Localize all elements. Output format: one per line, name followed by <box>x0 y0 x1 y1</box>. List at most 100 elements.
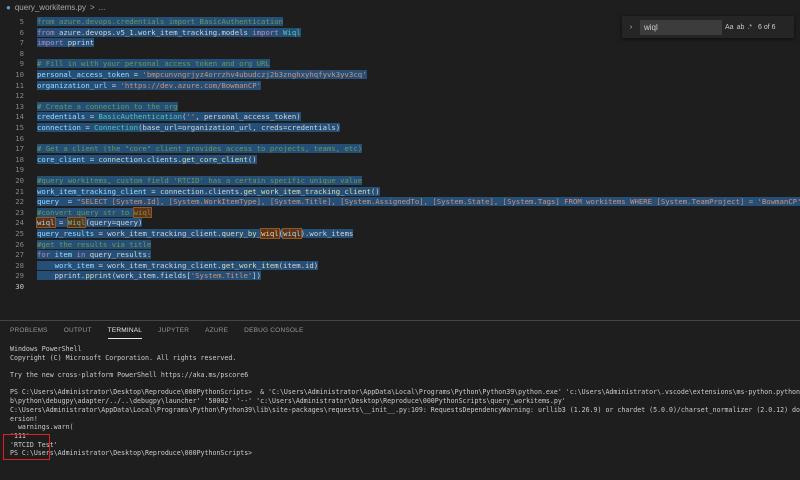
line-number: 12 <box>15 91 24 101</box>
code-token: azure.devops.v5_1.work_item_tracking.mod… <box>58 27 253 37</box>
tab-jupyter[interactable]: JUPYTER <box>158 321 189 341</box>
tab-azure[interactable]: AZURE <box>205 321 228 341</box>
code-token: import <box>252 27 284 37</box>
breadcrumb-more[interactable]: ... <box>99 3 106 12</box>
code-token: = work_item_tracking_client. <box>94 229 222 238</box>
toggle-replace-chevron-icon[interactable]: › <box>626 24 636 31</box>
find-widget: › Aa ab .* 6 of 6 <box>622 16 794 38</box>
code-line[interactable]: query = "SELECT [System.Id], [System.Wor… <box>37 197 800 208</box>
code-token: #get the results via title <box>37 239 152 249</box>
code-line[interactable]: organization_url = 'https://dev.azure.co… <box>37 80 262 92</box>
code-token: = <box>129 70 143 79</box>
code-token: = work_item_tracking_client. <box>94 260 222 270</box>
code-line[interactable]: personal_access_token = 'bmpcunvngrjyz4o… <box>37 70 367 81</box>
code-line[interactable]: credentials = BasicAuthentication('', pe… <box>37 112 301 123</box>
terminal-line: warnings.warn( <box>10 423 74 432</box>
code-line[interactable]: #convert query str to wiql <box>37 206 153 219</box>
line-number: 30 <box>15 282 24 291</box>
code-token: work_item <box>54 260 95 270</box>
terminal-line: Try the new cross-platform PowerShell ht… <box>10 371 249 380</box>
terminal-line: C:\Users\Administrator\AppData\Local\Pro… <box>10 405 800 414</box>
code-token: pprint. <box>37 271 86 281</box>
code-token: = <box>107 80 121 90</box>
code-line[interactable]: from azure.devops.credentials import Bas… <box>37 17 284 28</box>
line-number-gutter: 5 6 7 8 9 10 11 12 13 14 15 16 17 18 19 20 21 22 23 24 25 26 2… <box>0 14 30 314</box>
breadcrumb-file[interactable]: query_workitems.py <box>15 3 86 12</box>
code-token: = <box>80 123 95 132</box>
code-token: = <box>85 112 99 122</box>
code-line[interactable]: #query workitems, custom field 'RTCID' h… <box>37 176 363 187</box>
code-line[interactable]: from azure.devops.v5_1.work_item_trackin… <box>37 27 301 39</box>
code-token: (base_url=organization_url, creds=creden… <box>138 123 341 132</box>
code-line[interactable]: # Fill in with your personal access toke… <box>37 59 270 70</box>
code-line[interactable]: core_client = connection.clients.get_cor… <box>37 154 257 166</box>
tab-terminal[interactable]: TERMINAL <box>107 321 143 341</box>
line-number: 5 <box>19 17 24 26</box>
code-token: = <box>54 218 68 228</box>
code-token: # Fill in with your personal access toke… <box>37 59 270 69</box>
line-number: 25 <box>15 229 24 238</box>
whole-word-button[interactable]: ab <box>737 24 745 31</box>
code-token: get_core_client <box>181 154 248 164</box>
code-line[interactable]: # Get a client (the "core" client provid… <box>37 144 363 155</box>
code-token: work_item_tracking_client <box>37 186 147 196</box>
code-line[interactable]: # Create a connection to the org <box>37 101 178 113</box>
code-token: # Get a client (the "core" client provid… <box>37 144 363 154</box>
breadcrumb[interactable]: ● query_workitems.py > ... <box>0 0 800 14</box>
code-token: from <box>37 27 59 37</box>
line-number: 29 <box>15 271 24 281</box>
code-token: Wiql <box>283 27 301 37</box>
code-token: #query workitems, custom field 'RTCID' h… <box>37 176 363 185</box>
code-token: core_client <box>37 154 86 164</box>
code-line[interactable]: connection = Connection(base_url=organiz… <box>37 123 341 134</box>
code-line[interactable]: wiql = Wiql(query=query) <box>36 217 143 229</box>
find-input[interactable] <box>640 19 722 35</box>
code-line[interactable]: pprint.pprint(work_item.fields['System.T… <box>37 271 262 282</box>
output-highlight-box <box>3 434 50 460</box>
find-match: wiql <box>36 217 56 229</box>
match-case-button[interactable]: Aa <box>725 24 734 31</box>
terminal-line: Copyright (C) Microsoft Corporation. All… <box>10 353 237 362</box>
code-token: ]) <box>252 271 262 281</box>
regex-button[interactable]: .* <box>747 24 752 31</box>
code-token: query_results <box>37 229 95 238</box>
line-number: 18 <box>15 154 24 164</box>
code-token: () <box>247 154 257 164</box>
line-number: 17 <box>15 144 24 154</box>
code-token: (item.id) <box>278 260 319 270</box>
tab-debug-console[interactable]: DEBUG CONSOLE <box>244 321 303 341</box>
line-number: 13 <box>15 101 24 111</box>
code-token: query_results: <box>89 250 152 260</box>
tab-output[interactable]: OUTPUT <box>64 321 92 341</box>
line-number: 8 <box>19 48 24 58</box>
code-token: 'bmpcunvngrjyz4orrzhv4ubudczj2b3znghxyhq… <box>142 70 367 79</box>
code-token: = connection.clients. <box>146 186 244 196</box>
terminal-line: '111' <box>10 431 30 440</box>
terminal-output[interactable]: Windows PowerShell Copyright (C) Microsof… <box>10 345 800 458</box>
code-token: personal_access_token <box>37 70 130 79</box>
code-token: , personal_access_token) <box>195 112 301 122</box>
code-line[interactable]: for item in query_results: <box>37 250 152 261</box>
code-token: 'https://dev.azure.com/BowmanCP' <box>120 80 262 90</box>
code-line[interactable]: work_item_tracking_client = connection.c… <box>37 186 380 198</box>
line-number: 23 <box>15 207 24 217</box>
line-number: 24 <box>15 218 24 228</box>
code-token: query <box>37 197 59 207</box>
code-token: from azure.devops.credentials import Bas… <box>37 17 284 26</box>
tab-problems[interactable]: PROBLEMS <box>10 321 48 341</box>
code-line[interactable]: import pprint <box>37 38 95 49</box>
code-line[interactable]: work_item = work_item_tracking_client.ge… <box>37 260 319 272</box>
code-token: get_work_item_tracking_client <box>243 186 371 196</box>
code-token: query_by_ <box>221 229 262 238</box>
code-line[interactable]: query_results = work_item_tracking_clien… <box>37 228 354 240</box>
line-number: 27 <box>15 250 24 260</box>
line-number: 21 <box>15 186 24 196</box>
code-line[interactable]: #get the results via title <box>37 239 152 251</box>
code-area[interactable]: from azure.devops.credentials import Bas… <box>36 14 800 314</box>
code-token: # Create a connection to the org <box>37 101 178 111</box>
line-number: 26 <box>15 239 24 249</box>
terminal-line: b\python\debugpy\adapter/../..\debugpy\l… <box>10 397 566 406</box>
code-editor[interactable]: 5 6 7 8 9 10 11 12 13 14 15 16 17 18 19 20 21 22 23 24 25 26 2… <box>0 14 800 314</box>
